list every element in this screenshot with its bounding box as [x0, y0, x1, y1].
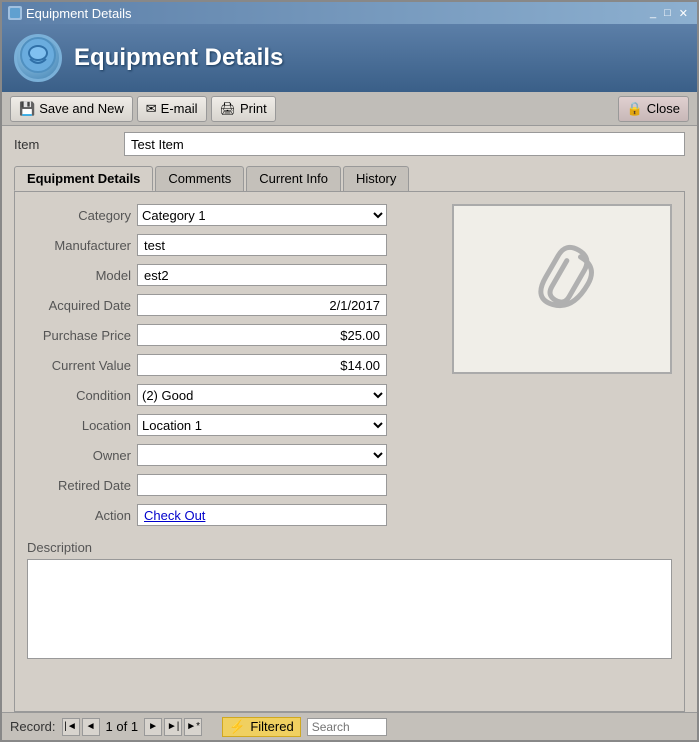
manufacturer-label: Manufacturer	[27, 238, 137, 253]
location-row: Location Location 1 Location 2	[27, 412, 440, 438]
retired-date-row: Retired Date	[27, 472, 440, 498]
email-button[interactable]: ✉ E-mail	[137, 96, 207, 122]
condition-label: Condition	[27, 388, 137, 403]
title-bar-controls[interactable]: _ □ ✕	[647, 7, 691, 20]
purchase-price-label: Purchase Price	[27, 328, 137, 343]
purchase-price-input[interactable]	[137, 324, 387, 346]
tab-comments[interactable]: Comments	[155, 166, 244, 191]
lock-icon: 🔒	[627, 101, 643, 117]
tab-equipment-details[interactable]: Equipment Details	[14, 166, 153, 191]
retired-date-label: Retired Date	[27, 478, 137, 493]
action-row: Action Check Out	[27, 502, 440, 528]
header-icon-symbol	[20, 37, 56, 79]
acquired-date-input[interactable]	[137, 294, 387, 316]
form-fields: Category Category 1 Category 2 Manufactu…	[27, 202, 440, 532]
close-button[interactable]: ✕	[676, 7, 691, 20]
filtered-badge[interactable]: ⚡ Filtered	[222, 717, 301, 737]
print-icon: 🖨	[220, 101, 237, 117]
nav-last-button[interactable]: ►*	[184, 718, 202, 736]
condition-select[interactable]: (1) Excellent (2) Good (3) Fair (4) Poor	[137, 384, 387, 406]
record-info: 1 of 1	[102, 719, 143, 734]
current-value-label: Current Value	[27, 358, 137, 373]
header-title: Equipment Details	[74, 44, 283, 72]
current-value-input[interactable]	[137, 354, 387, 376]
nav-next-button[interactable]: ►	[144, 718, 162, 736]
close-form-button[interactable]: 🔒 Close	[618, 96, 689, 122]
model-row: Model	[27, 262, 440, 288]
print-button[interactable]: 🖨 Print	[211, 96, 276, 122]
maximize-button[interactable]: □	[661, 7, 674, 20]
nav-first-button[interactable]: |◄	[62, 718, 80, 736]
tabs-container: Equipment Details Comments Current Info …	[2, 162, 697, 191]
model-input[interactable]	[137, 264, 387, 286]
status-bar: Record: |◄ ◄ 1 of 1 ► ►| ►* ⚡ Filtered	[2, 712, 697, 740]
location-label: Location	[27, 418, 137, 433]
location-select[interactable]: Location 1 Location 2	[137, 414, 387, 436]
toolbar: 💾 Save and New ✉ E-mail 🖨 Print 🔒 Close	[2, 92, 697, 126]
image-box	[452, 204, 672, 374]
manufacturer-input[interactable]	[137, 234, 387, 256]
title-bar-icon	[8, 6, 22, 20]
retired-date-input[interactable]	[137, 474, 387, 496]
main-window: Equipment Details _ □ ✕ Equipment Detail…	[0, 0, 699, 742]
header-icon	[14, 34, 62, 82]
email-icon: ✉	[146, 101, 157, 117]
owner-label: Owner	[27, 448, 137, 463]
description-textarea[interactable]	[27, 559, 672, 659]
current-value-row: Current Value	[27, 352, 440, 378]
acquired-date-label: Acquired Date	[27, 298, 137, 313]
model-label: Model	[27, 268, 137, 283]
purchase-price-row: Purchase Price	[27, 322, 440, 348]
item-row: Item	[2, 126, 697, 162]
search-input[interactable]	[307, 718, 387, 736]
record-nav: |◄ ◄ 1 of 1 ► ►| ►*	[62, 718, 203, 736]
owner-row: Owner	[27, 442, 440, 468]
paperclip-icon	[517, 236, 607, 342]
item-input[interactable]	[124, 132, 685, 156]
description-label: Description	[27, 540, 672, 555]
form-panel: Category Category 1 Category 2 Manufactu…	[14, 191, 685, 712]
nav-prev-button[interactable]: ◄	[82, 718, 100, 736]
category-select[interactable]: Category 1 Category 2	[137, 204, 387, 226]
owner-select[interactable]	[137, 444, 387, 466]
form-content: Category Category 1 Category 2 Manufactu…	[27, 202, 672, 532]
save-icon: 💾	[19, 101, 35, 117]
description-section: Description	[27, 532, 672, 666]
manufacturer-row: Manufacturer	[27, 232, 440, 258]
condition-row: Condition (1) Excellent (2) Good (3) Fai…	[27, 382, 440, 408]
item-label: Item	[14, 137, 114, 152]
minimize-button[interactable]: _	[647, 7, 659, 20]
category-row: Category Category 1 Category 2	[27, 202, 440, 228]
tab-current-info[interactable]: Current Info	[246, 166, 341, 191]
header-band: Equipment Details	[2, 24, 697, 92]
acquired-date-row: Acquired Date	[27, 292, 440, 318]
save-and-new-button[interactable]: 💾 Save and New	[10, 96, 133, 122]
title-bar-text: Equipment Details	[26, 6, 132, 21]
action-label: Action	[27, 508, 137, 523]
category-label: Category	[27, 208, 137, 223]
checkout-link[interactable]: Check Out	[144, 508, 205, 523]
tabs: Equipment Details Comments Current Info …	[14, 166, 685, 191]
title-bar: Equipment Details _ □ ✕	[2, 2, 697, 24]
nav-next-new-button[interactable]: ►|	[164, 718, 182, 736]
tab-history[interactable]: History	[343, 166, 409, 191]
record-label: Record:	[10, 719, 56, 734]
